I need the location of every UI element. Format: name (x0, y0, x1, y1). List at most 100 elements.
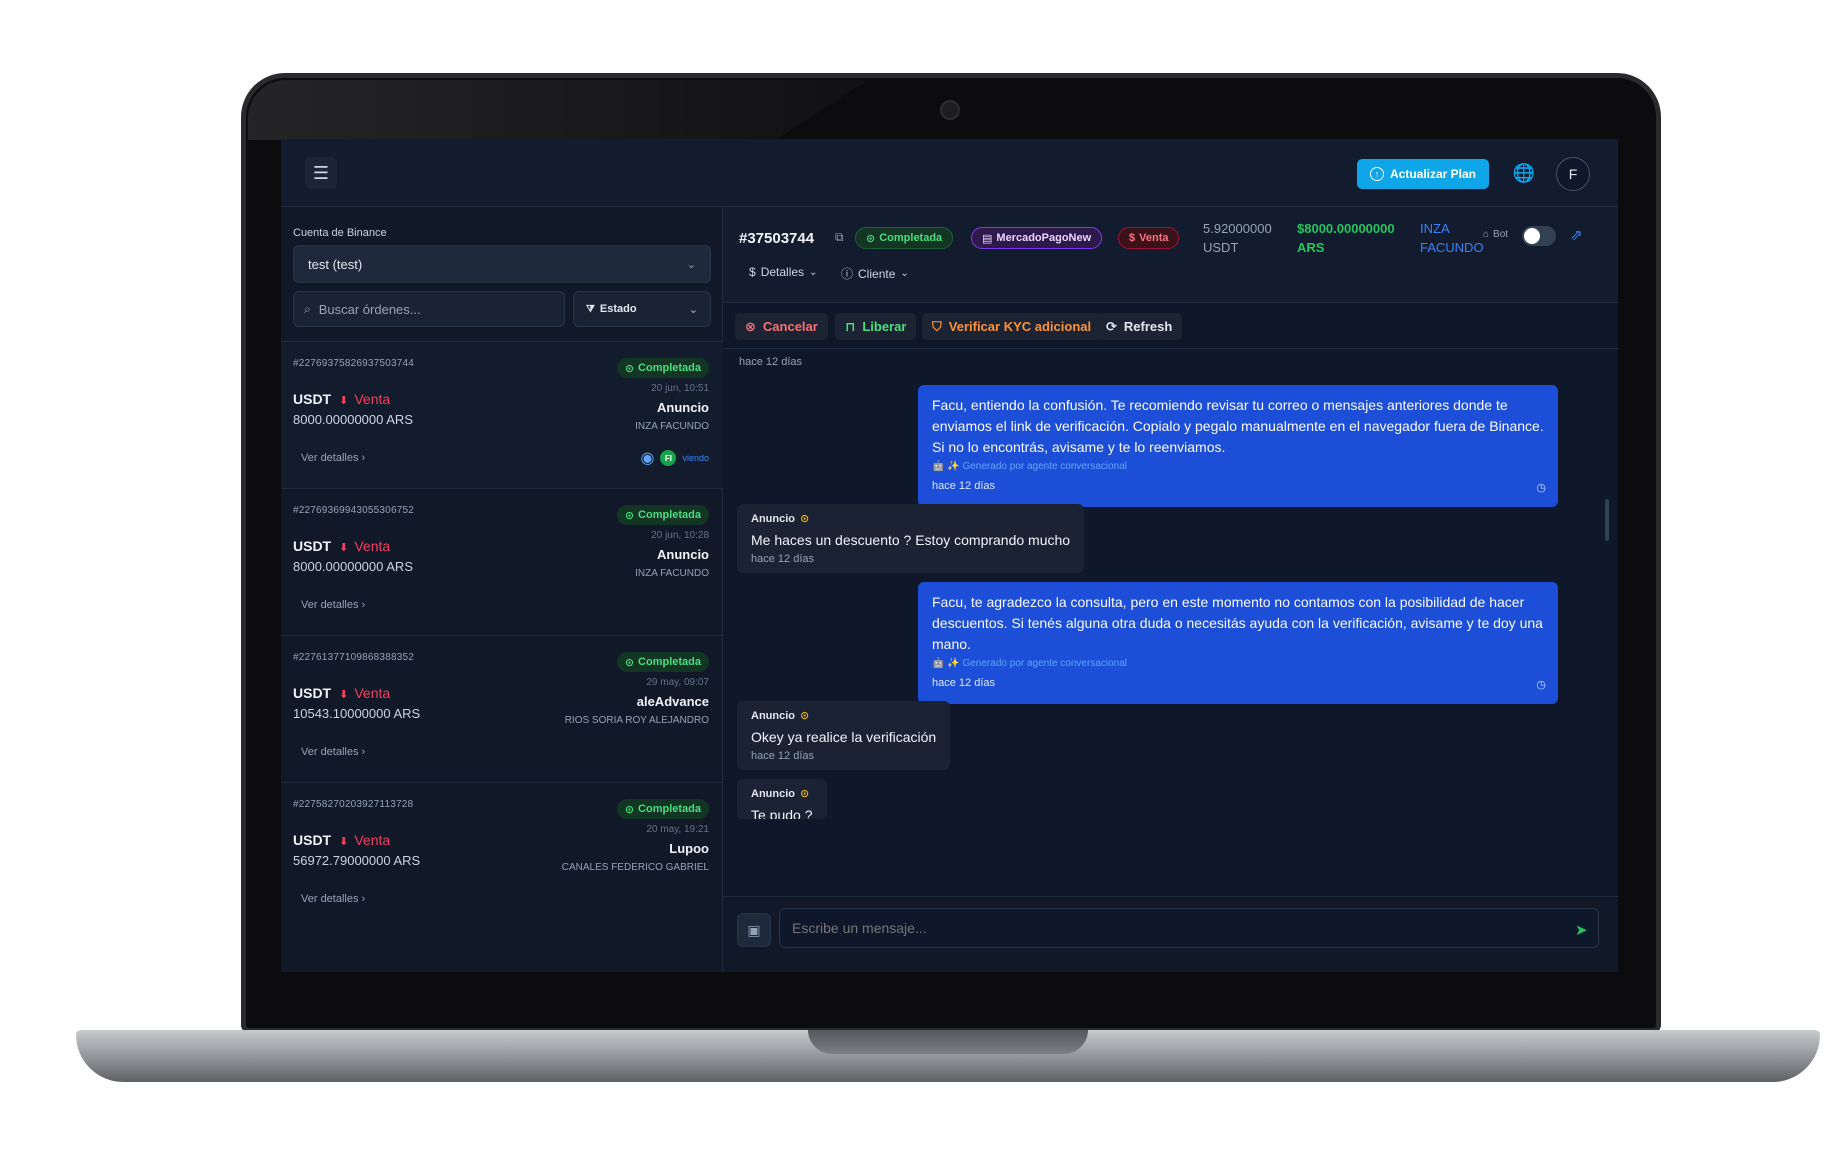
alert-icon: ⊙ (800, 788, 810, 800)
account-select[interactable]: test (test) ⌄ (293, 245, 711, 283)
arrow-down-icon: ⬇ (339, 836, 349, 848)
alert-icon: ⊙ (800, 513, 810, 525)
incoming-message: Anuncio ⊙ Okey ya realice la verificación… (737, 701, 951, 770)
refresh-icon: ⟳ (1106, 318, 1117, 334)
status-text: Completada (638, 509, 701, 521)
dollar-icon: $ (749, 265, 756, 279)
order-amount: 56972.79000000 ARS (293, 853, 421, 868)
status-badge: ⊙ Completada (616, 652, 709, 672)
order-date: 20 may, 19:21 (646, 824, 709, 835)
order-side: Venta (354, 391, 391, 407)
message-input[interactable] (779, 908, 1599, 948)
message-text: Me haces un descuento ? Estoy comprando … (751, 532, 1071, 548)
refresh-label: Refresh (1123, 319, 1173, 334)
status-text: Completada (638, 656, 701, 668)
counterparty-first: INZA (1420, 221, 1450, 236)
order-counterparty: INZA FACUNDO (1420, 219, 1484, 257)
message-time: hace 12 días (751, 553, 814, 565)
watchers: ◉ FI viendo (640, 448, 709, 468)
status-filter[interactable]: ⧩ Estado ⌄ (573, 291, 711, 327)
bot-toggle[interactable] (1522, 226, 1556, 246)
external-link-icon[interactable]: ⇗ (1570, 226, 1583, 244)
eye-icon: ◉ (640, 450, 655, 467)
details-dropdown[interactable]: $ Detalles ⌄ (749, 265, 817, 279)
details-link[interactable]: Ver detalles › (301, 599, 365, 611)
account-value: test (test) (308, 256, 363, 272)
send-icon[interactable]: ➤ (1575, 921, 1588, 939)
refresh-button[interactable]: ⟳ Refresh (1096, 313, 1183, 340)
message-sender: Anuncio ⊙ (751, 512, 1070, 526)
status-badge: ⊙ Completada (855, 227, 954, 249)
order-side-badge: $ Venta (1118, 227, 1180, 249)
order-asset: USDT ⬇ Venta (293, 832, 390, 848)
details-link[interactable]: Ver detalles › (301, 452, 365, 464)
message-text: Okey ya realice la verificación (751, 729, 937, 745)
avatar[interactable]: F (1556, 157, 1590, 191)
shield-icon: ⛉ (932, 318, 942, 334)
order-item[interactable]: #22761377109868388352 ⊙ Completada 29 may… (281, 635, 723, 782)
upgrade-plan-button[interactable]: ↑ Actualizar Plan (1357, 159, 1489, 189)
search-placeholder: Buscar órdenes... (318, 301, 421, 317)
check-circle-icon: ⊙ (624, 656, 635, 669)
message-text: Te pudo ? (751, 807, 813, 819)
order-number: #37503744 (739, 230, 815, 247)
dollar-icon: $ (1129, 232, 1136, 244)
asset-symbol: USDT (293, 538, 332, 554)
info-icon: ⓘ (841, 267, 854, 281)
upgrade-plan-label: Actualizar Plan (1389, 167, 1477, 181)
chevron-down-icon: ⌄ (900, 268, 909, 279)
incoming-message: Anuncio ⊙ Te pudo ? (737, 779, 827, 819)
order-header: #37503744 ⧉ ⊙ Completada ▤ MercadoPagoNew … (723, 207, 1618, 303)
document-icon: ▤ (982, 232, 993, 245)
verify-kyc-button[interactable]: ⛉ Verificar KYC adicional (922, 313, 1102, 340)
clock-icon: ◷ (1536, 482, 1546, 494)
order-detail-panel: #37503744 ⧉ ⊙ Completada ▤ MercadoPagoNew … (723, 207, 1618, 972)
order-amount: 8000.00000000 ARS (293, 559, 413, 574)
details-link[interactable]: Ver detalles › (301, 746, 365, 758)
payment-method-badge: ▤ MercadoPagoNew (971, 227, 1103, 249)
bot-text: Bot (1493, 229, 1509, 240)
copy-icon[interactable]: ⧉ (835, 230, 844, 245)
message-sender: Anuncio ⊙ (751, 709, 936, 723)
release-button[interactable]: ⊓ Liberar (835, 313, 917, 340)
chevron-down-icon: ⌄ (686, 258, 696, 271)
sender-name: Anuncio (751, 787, 795, 800)
order-item[interactable]: #22758270203927113728 ⊙ Completada 20 may… (281, 782, 723, 929)
details-dropdown-label: Detalles (760, 265, 805, 279)
counterparty-legal-name: RIOS SORIA ROY ALEJANDRO (564, 715, 709, 726)
status-text: Completada (638, 362, 701, 374)
chevron-down-icon: ⌄ (688, 303, 698, 316)
chat-scrollbar[interactable] (1605, 499, 1609, 541)
status-text: Completada (638, 803, 701, 815)
counterparty-name: Anuncio (657, 547, 709, 562)
cancel-button[interactable]: ⊗ Cancelar (735, 313, 828, 340)
counterparty-name: aleAdvance (636, 694, 709, 709)
quantity-unit: USDT (1203, 240, 1239, 255)
robot-icon: ⌂ (1483, 229, 1490, 240)
image-icon[interactable]: ▣ (737, 913, 771, 947)
check-circle-icon: ⊙ (866, 232, 876, 245)
order-search[interactable]: ⌕ Buscar órdenes... (293, 291, 565, 327)
arrow-down-icon: ⬇ (339, 542, 349, 554)
hamburger-icon[interactable]: ☰ (305, 157, 337, 189)
orders-sidebar: Cuenta de Binance test (test) ⌄ ⌕ Buscar… (281, 207, 723, 972)
counterparty-name: Lupoo (669, 841, 709, 856)
order-side-text: Venta (1139, 232, 1169, 244)
order-quantity: 5.92000000 USDT (1203, 219, 1272, 257)
order-asset: USDT ⬇ Venta (293, 685, 390, 701)
details-link[interactable]: Ver detalles › (301, 893, 365, 905)
globe-icon[interactable]: 🌐 (1512, 161, 1536, 185)
sender-name: Anuncio (751, 709, 795, 722)
order-item[interactable]: #22769369943055306752 ⊙ Completada 20 jun… (281, 488, 723, 635)
clock-icon: ◷ (1536, 679, 1546, 691)
outgoing-message: Facu, te agradezco la consulta, pero en … (918, 582, 1558, 704)
client-dropdown[interactable]: ⓘ Cliente ⌄ (841, 265, 909, 282)
order-list: #22769375826937503744 ⊙ Completada 20 jun… (281, 341, 723, 929)
toggle-knob (1524, 228, 1540, 244)
arrow-up-circle-icon: ↑ (1369, 167, 1384, 181)
order-item[interactable]: #22769375826937503744 ⊙ Completada 20 jun… (281, 341, 723, 488)
counterparty-legal-name: INZA FACUNDO (635, 421, 709, 432)
message-text: Facu, entiendo la confusión. Te recomien… (932, 397, 1544, 455)
order-total: $8000.00000000 ARS (1297, 219, 1395, 257)
webcam (940, 100, 960, 120)
